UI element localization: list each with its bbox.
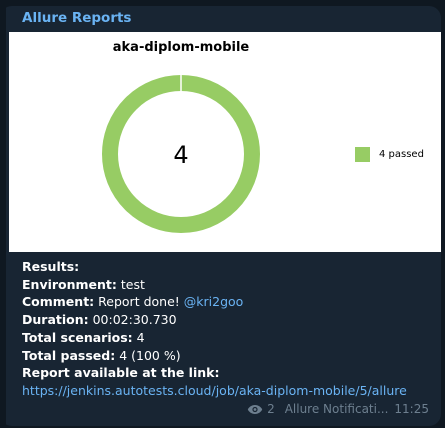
environment-value: test <box>120 276 145 292</box>
message-text: Results: Environment: test Comment: Repo… <box>22 258 436 400</box>
donut-chart: 4 <box>102 74 260 233</box>
comment-line: Comment: Report done! @kri2goo <box>22 293 436 311</box>
chart-title: aka-diplom-mobile <box>112 40 250 55</box>
total-scenarios-line: Total scenarios: 4 <box>22 329 436 347</box>
eye-icon <box>247 404 263 414</box>
total-passed-value: 4 (100 %) <box>119 347 181 363</box>
user-mention-link[interactable]: @kri2goo <box>184 294 244 309</box>
view-count: 2 <box>267 402 275 416</box>
total-scenarios-label: Total scenarios: <box>22 329 133 345</box>
chart-legend: 4 passed <box>355 147 424 162</box>
comment-label: Comment: <box>22 294 95 310</box>
legend-label-passed: 4 passed <box>379 149 424 160</box>
author-signature: Allure Notificati... <box>284 402 389 416</box>
total-passed-line: Total passed: 4 (100 %) <box>22 347 436 365</box>
bubble-edge <box>0 6 6 426</box>
message-meta: 2 Allure Notificati... 11:25 <box>247 402 429 416</box>
message-time: 11:25 <box>394 402 429 416</box>
environment-label: Environment: <box>22 276 117 292</box>
legend-swatch-passed <box>355 147 370 162</box>
duration-label: Duration: <box>22 312 89 328</box>
comment-value: Report done! <box>98 294 180 310</box>
total-passed-label: Total passed: <box>22 347 116 363</box>
donut-center-label: 4 <box>173 141 188 169</box>
environment-line: Environment: test <box>22 276 436 294</box>
results-heading: Results: <box>22 259 80 274</box>
report-chart-image[interactable]: 4 aka-diplom-mobile 4 passed <box>9 32 441 252</box>
sender-name[interactable]: Allure Reports <box>22 10 131 26</box>
duration-value: 00:02:30.730 <box>92 312 177 328</box>
report-link[interactable]: https://jenkins.autotests.cloud/job/aka-… <box>22 382 436 400</box>
report-link-label: Report available at the link: <box>22 365 220 381</box>
duration-line: Duration: 00:02:30.730 <box>22 311 436 329</box>
total-scenarios-value: 4 <box>136 329 145 345</box>
